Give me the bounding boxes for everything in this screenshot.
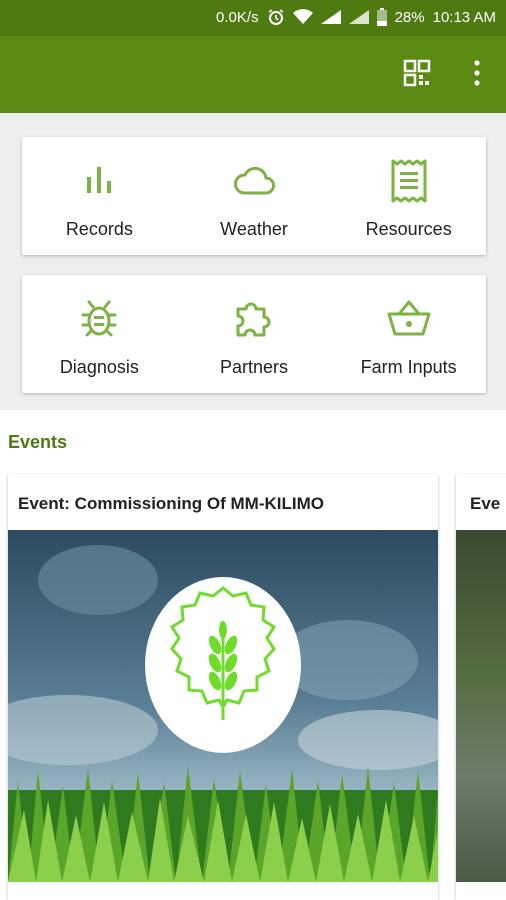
records-tile[interactable]: Records: [22, 137, 177, 255]
resources-tile[interactable]: Resources: [331, 137, 486, 255]
resources-label: Resources: [365, 219, 452, 239]
event-card[interactable]: Event: Commissioning Of MM-KILIMO: [8, 474, 438, 900]
diagnosis-tile[interactable]: Diagnosis: [22, 275, 177, 393]
bar-chart-icon: [87, 167, 112, 193]
battery-level: 28%: [394, 8, 425, 26]
event-image-next: [456, 530, 506, 882]
clock: 10:13 AM: [432, 8, 496, 26]
records-label: Records: [65, 219, 133, 239]
cloud-icon: [234, 166, 275, 195]
menu-card-bottom: Diagnosis Partners Farm Inputs: [22, 275, 486, 393]
event-title-next: Eve: [470, 494, 501, 513]
battery-icon: [376, 8, 387, 26]
farm-inputs-tile[interactable]: Farm Inputs: [331, 275, 486, 393]
signal-icon-2: [348, 10, 369, 24]
signal-icon: [320, 10, 341, 24]
bug-icon: [81, 300, 117, 337]
events-heading: Events: [8, 432, 68, 452]
qr-grid-icon[interactable]: [402, 58, 432, 88]
event-card-next[interactable]: Eve: [456, 474, 506, 900]
alarm-icon: [268, 9, 284, 25]
menu-card-top: Records Weather Resources: [22, 137, 486, 255]
diagnosis-label: Diagnosis: [59, 357, 139, 377]
network-speed: 0.0K/s: [216, 8, 259, 26]
event-title: Event: Commissioning Of MM-KILIMO: [18, 494, 324, 513]
more-options-icon[interactable]: [470, 58, 484, 88]
app-bar: [0, 36, 506, 113]
events-section: Events Event: Commissioning Of MM-KILIMO: [0, 410, 506, 900]
partners-label: Partners: [219, 357, 289, 377]
basket-icon: [387, 300, 431, 336]
wifi-icon: [292, 9, 313, 24]
puzzle-icon: [236, 302, 271, 337]
document-icon: [391, 159, 427, 203]
farm-inputs-label: Farm Inputs: [360, 357, 457, 377]
partners-tile[interactable]: Partners: [177, 275, 332, 393]
event-image: [8, 530, 438, 882]
weather-tile[interactable]: Weather: [177, 137, 332, 255]
weather-label: Weather: [220, 219, 288, 239]
status-bar: 0.0K/s 28% 10:13 AM: [0, 0, 506, 36]
